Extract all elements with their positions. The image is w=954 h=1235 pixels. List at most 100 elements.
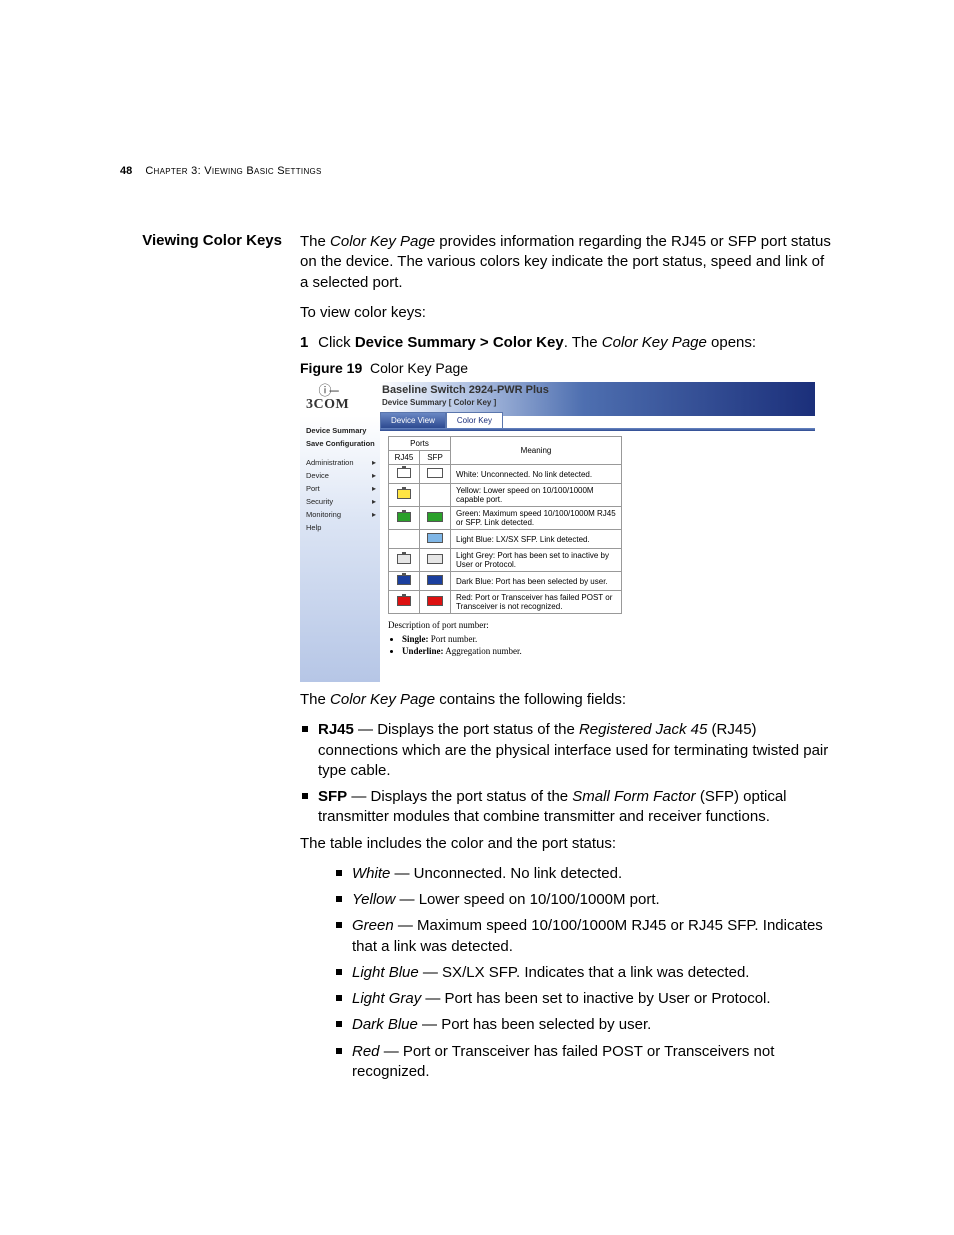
th-ports: Ports [389, 437, 451, 451]
sfp-cell [420, 549, 451, 572]
desc-item-single: Single: Port number. [402, 634, 811, 646]
sidebar-item-label: Help [306, 523, 321, 532]
text: . The [564, 334, 602, 351]
list-item: Yellow — Lower speed on 10/100/1000M por… [352, 890, 834, 910]
field-rj45: RJ45 — Displays the port status of the R… [318, 720, 834, 781]
list-item: Dark Blue — Port has been selected by us… [352, 1015, 834, 1035]
color-name: Light Blue [352, 964, 419, 981]
meaning-cell: Green: Maximum speed 10/100/1000M RJ45 o… [451, 507, 622, 530]
table-row: Light Blue: LX/SX SFP. Link detected. [389, 530, 622, 549]
figure-screenshot: ⓘ─ 3COM Baseline Switch 2924-PWR Plus De… [300, 382, 815, 682]
rj45-cell [389, 507, 420, 530]
sfp-port-icon [427, 575, 443, 585]
th-meaning: Meaning [451, 437, 622, 465]
intro-lead: To view color keys: [300, 303, 834, 323]
tab-device-view[interactable]: Device View [380, 412, 446, 428]
sidebar-item-label: Security [306, 497, 333, 506]
text-em: Color Key Page [602, 334, 707, 351]
sidebar-item[interactable]: Port▸ [306, 482, 376, 495]
chevron-right-icon: ▸ [372, 510, 376, 519]
color-list-intro: The table includes the color and the por… [300, 834, 834, 854]
color-name: Yellow [352, 891, 395, 908]
brand-logo: ⓘ─ 3COM [306, 384, 349, 412]
chevron-right-icon: ▸ [372, 484, 376, 493]
rj45-cell [389, 530, 420, 549]
port-number-description: Description of port number: Single: Port… [388, 620, 811, 657]
desc-item-underline: Underline: Aggregation number. [402, 646, 811, 658]
tab-bar: Device View Color Key [380, 412, 503, 428]
sidebar-item-label: Device Summary [306, 426, 366, 435]
device-title: Baseline Switch 2924-PWR Plus [382, 384, 549, 396]
list-item: Green — Maximum speed 10/100/1000M RJ45 … [352, 916, 834, 957]
rj45-port-icon [397, 554, 411, 564]
chevron-right-icon: ▸ [372, 497, 376, 506]
text: — Displays the port status of the [347, 788, 572, 805]
text: Click [318, 334, 355, 351]
rj45-port-icon [397, 575, 411, 585]
color-name: Dark Blue [352, 1016, 418, 1033]
color-desc: — Port has been selected by user. [418, 1016, 651, 1033]
list-item: White — Unconnected. No link detected. [352, 864, 834, 884]
page-number: 48 [120, 165, 132, 177]
table-row: Red: Port or Transceiver has failed POST… [389, 591, 622, 614]
sfp-cell [420, 507, 451, 530]
list-item: Light Blue — SX/LX SFP. Indicates that a… [352, 963, 834, 983]
text: The [300, 233, 330, 250]
text: Port number. [429, 634, 478, 644]
color-desc: — Lower speed on 10/100/1000M port. [395, 891, 659, 908]
rj45-port-icon [397, 512, 411, 522]
meaning-cell: Red: Port or Transceiver has failed POST… [451, 591, 622, 614]
fields-intro: The Color Key Page contains the followin… [300, 690, 834, 710]
color-key-table: Ports Meaning RJ45 SFP White: Unconnecte… [388, 436, 622, 614]
rj45-cell [389, 549, 420, 572]
sidebar-item[interactable]: Administration▸ [306, 456, 376, 469]
text: Aggregation number. [444, 646, 522, 656]
text-bold: Single: [402, 634, 429, 644]
logo-swoosh-icon: ⓘ─ [306, 384, 349, 398]
sidebar-item[interactable]: Save Configuration [306, 437, 376, 450]
meaning-cell: Yellow: Lower speed on 10/100/1000M capa… [451, 484, 622, 507]
color-desc: — Port or Transceiver has failed POST or… [352, 1043, 774, 1080]
text-em: Color Key Page [330, 233, 435, 250]
text: — Displays the port status of the [354, 721, 579, 738]
brand-name: 3COM [306, 397, 349, 412]
sidebar-item[interactable]: Monitoring▸ [306, 508, 376, 521]
running-header: 48 Chapter 3: Viewing Basic Settings [120, 165, 834, 177]
text-bold: Underline: [402, 646, 444, 656]
text: contains the following fields: [435, 691, 626, 708]
table-row: Yellow: Lower speed on 10/100/1000M capa… [389, 484, 622, 507]
color-name: Green [352, 917, 394, 934]
table-row: Dark Blue: Port has been selected by use… [389, 572, 622, 591]
sidebar-item[interactable]: Security ▸ [306, 495, 376, 508]
text: opens: [707, 334, 756, 351]
th-rj45: RJ45 [389, 451, 420, 465]
meaning-cell: Light Blue: LX/SX SFP. Link detected. [451, 530, 622, 549]
sidebar-item-label: Save Configuration [306, 439, 375, 448]
figure-label: Figure 19 [300, 360, 362, 376]
th-sfp: SFP [420, 451, 451, 465]
sidebar-item[interactable]: Help [306, 521, 376, 534]
section-body: The Color Key Page provides information … [300, 232, 834, 1088]
text: The [300, 691, 330, 708]
color-desc: — SX/LX SFP. Indicates that a link was d… [419, 964, 750, 981]
text-em: Color Key Page [330, 691, 435, 708]
chevron-right-icon: ▸ [372, 458, 376, 467]
rj45-cell [389, 465, 420, 484]
color-name: White [352, 865, 390, 882]
sidebar-item[interactable]: Device▸ [306, 469, 376, 482]
content-area: Ports Meaning RJ45 SFP White: Unconnecte… [388, 436, 811, 678]
text-bold: RJ45 [318, 721, 354, 738]
step-number: 1 [300, 333, 314, 353]
color-desc: — Maximum speed 10/100/1000M RJ45 or RJ4… [352, 917, 823, 954]
figure-caption: Figure 19 Color Key Page [300, 359, 834, 378]
color-name: Red [352, 1043, 380, 1060]
table-row: White: Unconnected. No link detected. [389, 465, 622, 484]
text-bold: Device Summary > Color Key [355, 334, 564, 351]
sidebar-item[interactable]: Device Summary [306, 424, 376, 437]
sfp-port-icon [427, 468, 443, 478]
rj45-port-icon [397, 468, 411, 478]
sidebar: Device Summary Save Configuration Administ… [300, 416, 380, 682]
field-sfp: SFP — Displays the port status of the Sm… [318, 787, 834, 828]
rj45-cell [389, 572, 420, 591]
tab-color-key[interactable]: Color Key [446, 412, 503, 428]
